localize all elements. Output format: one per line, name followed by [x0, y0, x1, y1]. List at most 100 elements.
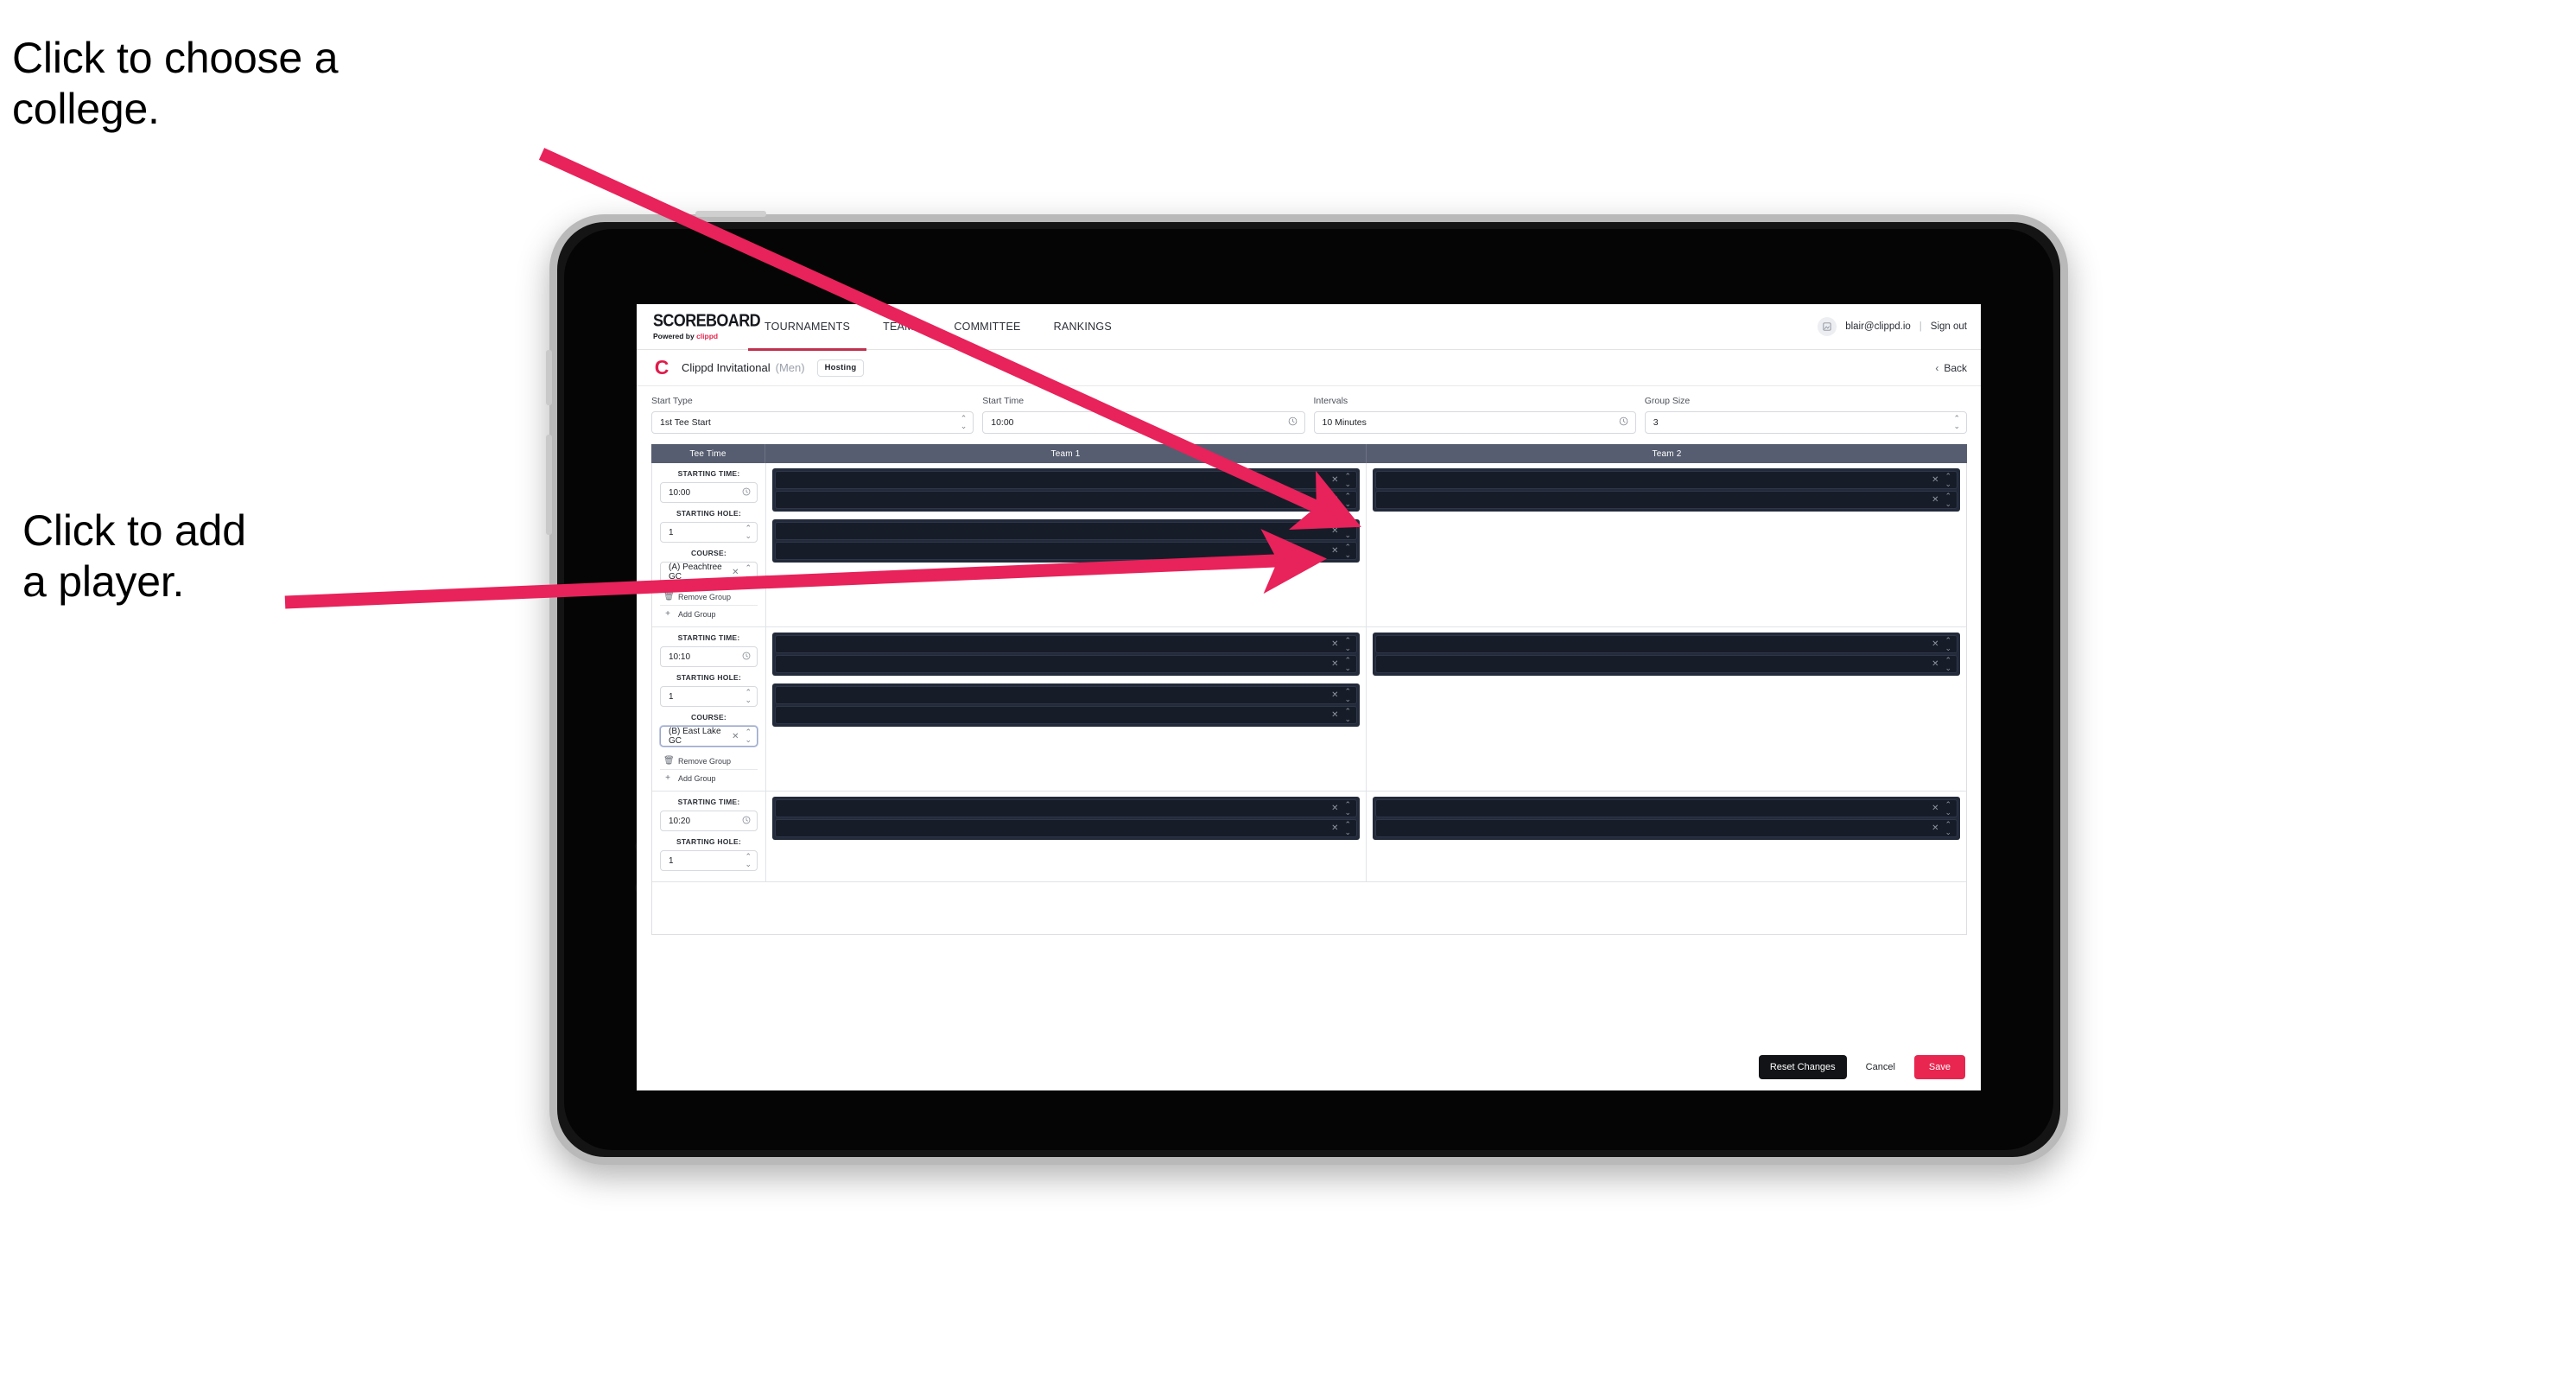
course-select[interactable]: (B) East Lake GC ✕ ⌃ ⌄ [660, 726, 758, 747]
stepper-icon[interactable]: ⌃ ⌄ [1945, 472, 1951, 488]
stepper-icon[interactable]: ⌃ ⌄ [745, 689, 751, 704]
player-slot[interactable]: ✕ ⌃ ⌄ [1375, 655, 1957, 673]
stepper-icon[interactable]: ⌃ ⌄ [745, 525, 751, 540]
clear-x-icon[interactable]: ✕ [1331, 495, 1338, 505]
back-button[interactable]: ‹ Back [1935, 362, 1967, 374]
clear-x-icon[interactable]: ✕ [1932, 639, 1938, 649]
stepper-icon[interactable]: ⌃ ⌄ [1344, 820, 1350, 836]
stepper-icon[interactable]: ⌃ ⌄ [745, 564, 751, 580]
stepper-icon[interactable]: ⌃ ⌄ [1945, 656, 1951, 672]
player-slot[interactable]: ✕ ⌃ ⌄ [775, 471, 1357, 489]
player-slot[interactable]: ✕ ⌃ ⌄ [775, 491, 1357, 509]
group-size-select[interactable]: 3 ⌃ ⌄ [1644, 411, 1967, 434]
clear-x-icon[interactable]: ✕ [1932, 823, 1938, 833]
clock-icon[interactable] [742, 487, 751, 499]
add-group-label: Add Group [678, 773, 716, 783]
course-label: COURSE: [691, 549, 726, 557]
clock-icon[interactable] [1619, 416, 1628, 429]
stepper-icon[interactable]: ⌃ ⌄ [1344, 636, 1350, 652]
stepper-icon[interactable]: ⌃ ⌄ [1344, 523, 1350, 539]
nav-tab-committee[interactable]: COMMITTEE [937, 304, 1037, 350]
clear-x-icon[interactable]: ✕ [1331, 804, 1338, 813]
clear-x-icon[interactable]: ✕ [1932, 475, 1938, 485]
stepper-icon[interactable]: ⌃ ⌄ [1344, 472, 1350, 488]
player-slot[interactable]: ✕ ⌃ ⌄ [775, 635, 1357, 653]
starting-hole-input[interactable]: 1 ⌃ ⌄ [660, 850, 758, 871]
stepper-icon[interactable]: ⌃ ⌄ [1344, 800, 1350, 817]
remove-group-button[interactable]: 🗑 Remove Group [660, 588, 758, 605]
start-type-select[interactable]: 1st Tee Start ⌃ ⌄ [651, 411, 974, 434]
clear-x-icon[interactable]: ✕ [1932, 804, 1938, 813]
stepper-icon[interactable]: ⌃ ⌄ [1344, 707, 1350, 723]
intervals-input[interactable]: 10 Minutes [1313, 411, 1636, 434]
stepper-icon[interactable]: ⌃ ⌄ [1945, 636, 1951, 652]
stepper-icon[interactable]: ⌃ ⌄ [1945, 492, 1951, 508]
nav-tab-teams[interactable]: TEAMS [866, 304, 937, 350]
reset-changes-button[interactable]: Reset Changes [1758, 1054, 1847, 1079]
player-slot[interactable]: ✕ ⌃ ⌄ [1375, 799, 1957, 817]
annotation-choose-college: Click to choose a college. [12, 34, 339, 133]
player-slot[interactable]: ✕ ⌃ ⌄ [1375, 819, 1957, 837]
course-select[interactable]: (A) Peachtree GC ✕ ⌃ ⌄ [660, 562, 758, 582]
stepper-icon[interactable]: ⌃ ⌄ [1344, 543, 1350, 559]
stepper-icon[interactable]: ⌃ ⌄ [1953, 415, 1959, 430]
stepper-icon[interactable]: ⌃ ⌄ [1344, 687, 1350, 703]
start-time-input[interactable]: 10:00 [982, 411, 1305, 434]
clear-x-icon[interactable]: ✕ [1331, 546, 1338, 556]
clear-x-icon[interactable]: ✕ [732, 568, 739, 577]
clear-x-icon[interactable]: ✕ [1932, 659, 1938, 669]
clear-x-icon[interactable]: ✕ [1932, 495, 1938, 505]
add-group-button[interactable]: + Add Group [660, 769, 758, 786]
clock-icon[interactable] [1288, 416, 1298, 429]
user-avatar-icon[interactable] [1818, 317, 1837, 336]
player-slot[interactable]: ✕ ⌃ ⌄ [775, 522, 1357, 540]
clear-x-icon[interactable]: ✕ [1331, 823, 1338, 833]
starting-time-input[interactable]: 10:20 [660, 811, 758, 831]
clear-x-icon[interactable]: ✕ [1331, 526, 1338, 536]
player-slot[interactable]: ✕ ⌃ ⌄ [775, 799, 1357, 817]
clock-icon[interactable] [742, 652, 751, 663]
brand-powered-by-text: Powered by [653, 331, 697, 340]
clear-x-icon[interactable]: ✕ [1331, 639, 1338, 649]
clock-icon[interactable] [742, 816, 751, 827]
player-slot[interactable]: ✕ ⌃ ⌄ [1375, 635, 1957, 653]
add-group-button[interactable]: + Add Group [660, 605, 758, 622]
save-button[interactable]: Save [1913, 1054, 1965, 1079]
stepper-icon[interactable]: ⌃ ⌄ [961, 415, 967, 430]
stepper-icon[interactable]: ⌃ ⌄ [745, 728, 751, 744]
stepper-icon[interactable]: ⌃ ⌄ [745, 853, 751, 868]
stepper-icon[interactable]: ⌃ ⌄ [1344, 656, 1350, 672]
clear-x-icon[interactable]: ✕ [1331, 659, 1338, 669]
sign-out-link[interactable]: Sign out [1931, 321, 1967, 332]
stepper-icon[interactable]: ⌃ ⌄ [1945, 820, 1951, 836]
starting-time-input[interactable]: 10:10 [660, 646, 758, 667]
player-slot[interactable]: ✕ ⌃ ⌄ [775, 542, 1357, 560]
player-group-block: ✕ ⌃ ⌄ ✕ ⌃ ⌄ [772, 683, 1360, 727]
nav-tab-rankings[interactable]: RANKINGS [1037, 304, 1128, 350]
player-slot[interactable]: ✕ ⌃ ⌄ [775, 819, 1357, 837]
player-slot[interactable]: ✕ ⌃ ⌄ [775, 655, 1357, 673]
add-group-label: Add Group [678, 609, 716, 619]
tee-sheet-table-body[interactable]: STARTING TIME: 10:00 STARTING HOLE: 1 ⌃ ⌄… [651, 463, 1967, 935]
stepper-icon[interactable]: ⌃ ⌄ [1945, 800, 1951, 817]
stepper-icon[interactable]: ⌃ ⌄ [1344, 492, 1350, 508]
clear-x-icon[interactable]: ✕ [732, 732, 739, 741]
remove-group-button[interactable]: 🗑 Remove Group [660, 753, 758, 769]
nav-tab-tournaments[interactable]: TOURNAMENTS [748, 304, 867, 351]
starting-time-label: STARTING TIME: [677, 798, 740, 806]
player-slot[interactable]: ✕ ⌃ ⌄ [1375, 471, 1957, 489]
starting-hole-input[interactable]: 1 ⌃ ⌄ [660, 686, 758, 707]
starting-hole-input[interactable]: 1 ⌃ ⌄ [660, 522, 758, 543]
starting-time-value: 10:20 [669, 816, 691, 826]
cancel-button[interactable]: Cancel [1859, 1055, 1902, 1079]
clear-x-icon[interactable]: ✕ [1331, 690, 1338, 700]
starting-time-input[interactable]: 10:00 [660, 482, 758, 503]
player-slot[interactable]: ✕ ⌃ ⌄ [775, 706, 1357, 724]
clear-x-icon[interactable]: ✕ [1331, 710, 1338, 720]
plus-icon: + [665, 609, 670, 619]
scoreboard-logo[interactable]: SCOREBOARD Powered by clippd [653, 312, 761, 340]
player-slot[interactable]: ✕ ⌃ ⌄ [775, 686, 1357, 704]
player-slot[interactable]: ✕ ⌃ ⌄ [1375, 491, 1957, 509]
table-row: STARTING TIME: 10:10 STARTING HOLE: 1 ⌃ ⌄… [652, 627, 1966, 792]
clear-x-icon[interactable]: ✕ [1331, 475, 1338, 485]
